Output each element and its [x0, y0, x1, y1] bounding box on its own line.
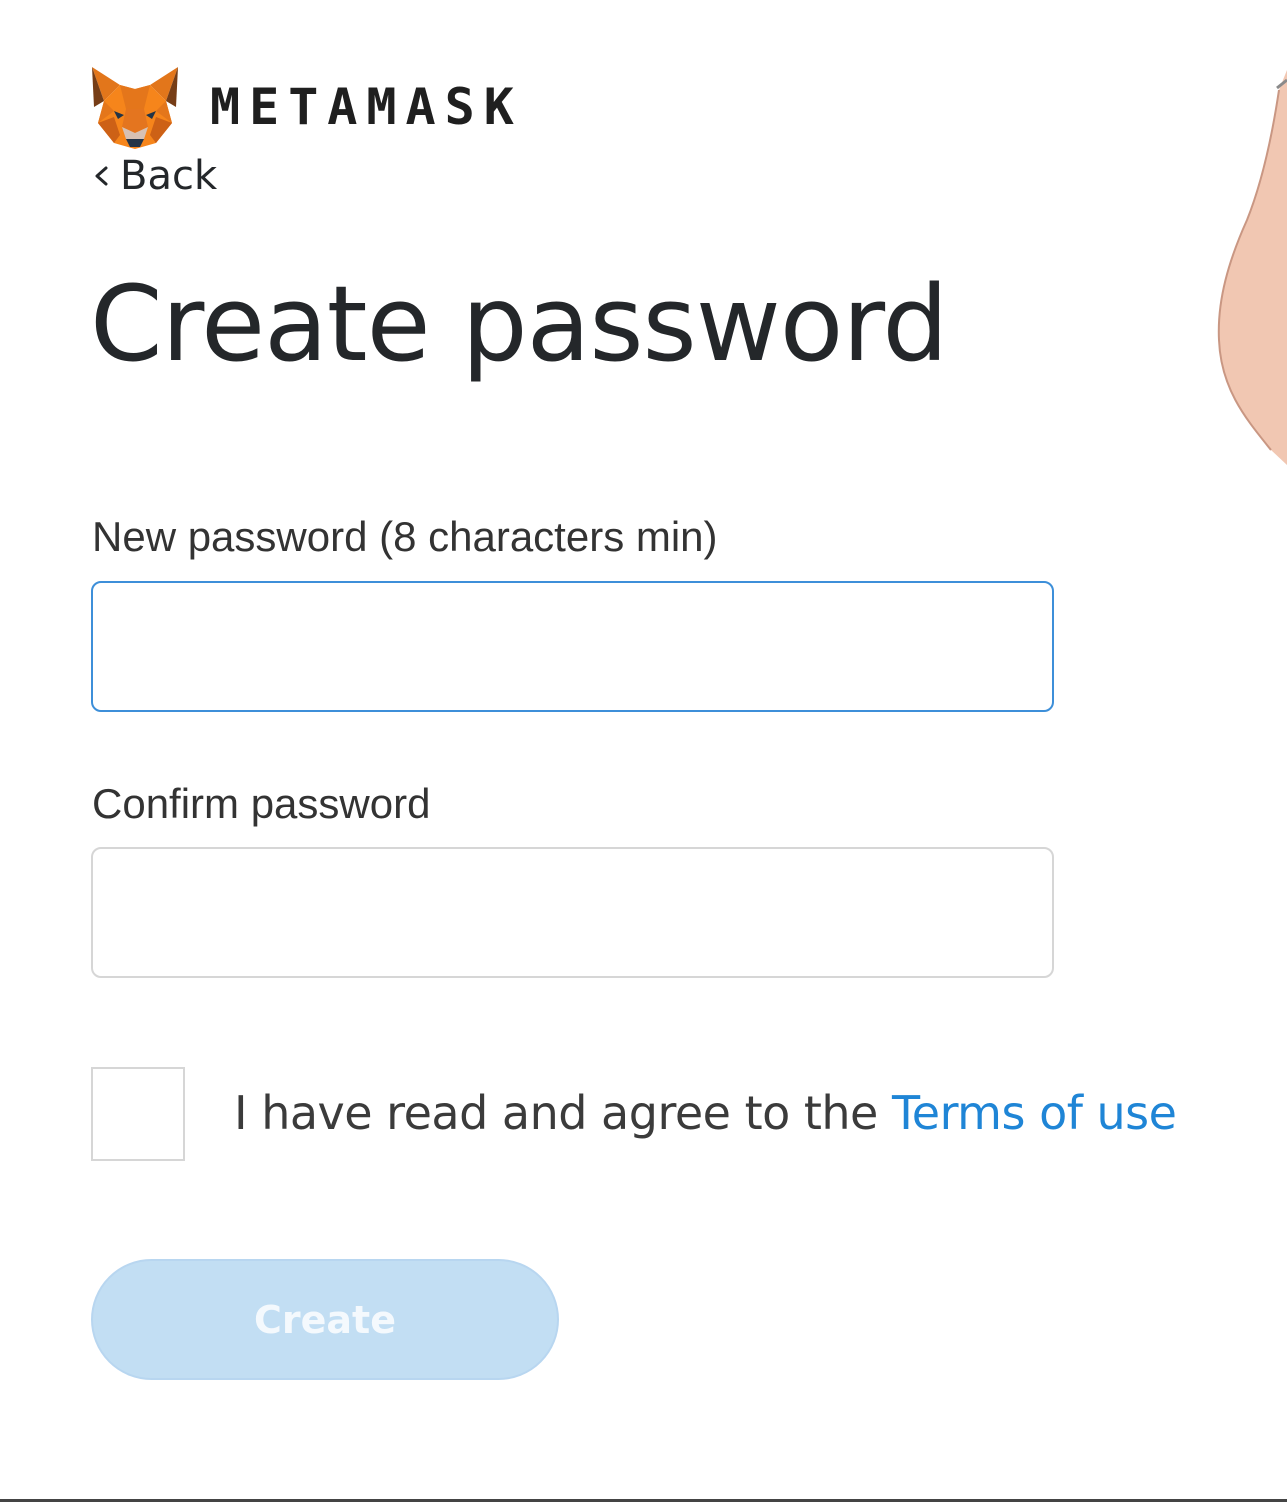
metamask-fox-icon	[92, 67, 178, 149]
chevron-left-icon	[95, 166, 108, 186]
terms-agreement-text: I have read and agree to the Terms of us…	[234, 1090, 1177, 1136]
back-link[interactable]: Back	[92, 156, 217, 196]
page-title: Create password	[90, 263, 948, 385]
terms-text: I have read and agree to the	[234, 1086, 892, 1140]
back-label: Back	[120, 153, 218, 199]
confirm-password-input[interactable]	[91, 847, 1054, 978]
brand-wordmark: METAMASK	[210, 78, 523, 136]
new-password-input[interactable]	[91, 581, 1054, 712]
new-password-label: New password (8 characters min)	[92, 513, 718, 560]
header: METAMASK	[90, 64, 523, 150]
confirm-password-label: Confirm password	[92, 780, 431, 827]
decorative-hand-image	[1217, 70, 1287, 465]
terms-of-use-link[interactable]: Terms of use	[892, 1086, 1177, 1140]
terms-checkbox[interactable]	[91, 1067, 185, 1161]
create-button[interactable]: Create	[91, 1259, 559, 1380]
